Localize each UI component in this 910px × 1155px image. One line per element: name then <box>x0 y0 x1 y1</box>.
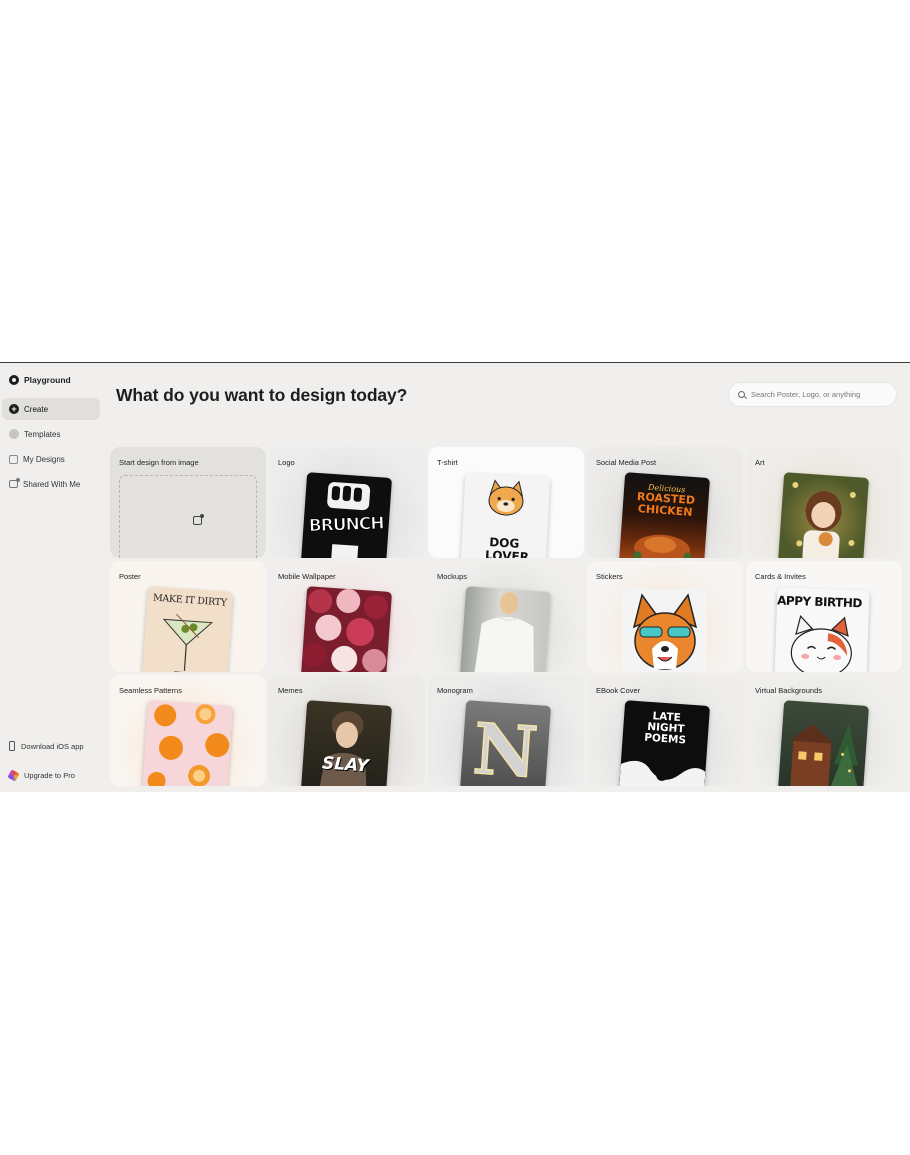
girl-portrait-graphic <box>792 481 856 558</box>
logo-thumb-text: BRUNCH <box>308 513 384 537</box>
martini-glass-graphic <box>162 613 214 672</box>
search-input[interactable] <box>751 390 886 399</box>
sidebar-item-label: Shared With Me <box>23 479 81 489</box>
card-virtual-backgrounds[interactable]: Virtual Backgrounds <box>746 675 902 786</box>
sidebar-item-label: Templates <box>24 429 61 439</box>
sidebar-bottom-links: Download iOS app Upgrade to Pro <box>7 739 84 792</box>
cat-graphic <box>790 615 852 672</box>
meme-thumbnail: SLAY <box>300 700 393 786</box>
card-mockups[interactable]: Mockups <box>428 561 584 672</box>
card-monogram[interactable]: Monogram N <box>428 675 584 786</box>
t-shirt-thumb-text: DOG LOVER <box>484 535 530 558</box>
logo-thumbnail: BRUNCH <box>300 472 393 558</box>
sidebar-item-create[interactable]: + Create <box>2 398 100 420</box>
card-mobile-wallpaper[interactable]: Mobile Wallpaper <box>269 561 425 672</box>
share-icon <box>9 478 20 488</box>
card-memes[interactable]: Memes SLAY <box>269 675 425 786</box>
social-post-thumbnail: Delicious ROASTED CHICKEN <box>618 472 711 558</box>
orange-pattern-graphic <box>147 704 230 786</box>
folder-icon <box>9 454 18 464</box>
search-bar[interactable] <box>729 383 896 406</box>
corgi-sticker-graphic <box>632 593 698 670</box>
card-poster[interactable]: Poster MAKE IT DIRTY <box>110 561 266 672</box>
download-ios-link[interactable]: Download iOS app <box>9 739 84 753</box>
plus-circle-icon: + <box>9 404 19 414</box>
pattern-thumbnail <box>141 700 234 786</box>
card-label: Memes <box>278 686 303 695</box>
card-label: Social Media Post <box>596 458 657 467</box>
brand[interactable]: Playground <box>9 375 71 385</box>
t-shirt-thumbnail: DOG LOVER <box>460 472 551 558</box>
card-label: Logo <box>278 458 295 467</box>
monogram-thumbnail: N <box>459 700 552 786</box>
social-post-thumb-text: ROASTED CHICKEN <box>636 490 696 519</box>
download-ios-label: Download iOS app <box>21 741 84 751</box>
art-thumbnail <box>777 472 870 558</box>
search-icon <box>738 391 745 398</box>
page-title: What do you want to design today? <box>116 385 408 405</box>
card-ebook-cover[interactable]: EBook Cover LATE NIGHT POEMS <box>587 675 743 786</box>
sidebar-nav: + Create Templates My Designs Shared Wit… <box>2 398 100 498</box>
card-label: Seamless Patterns <box>119 686 182 695</box>
ink-splash-graphic <box>618 760 706 786</box>
card-label: Poster <box>119 572 141 581</box>
sidebar-item-label: My Designs <box>23 454 65 464</box>
sidebar-item-shared-with-me[interactable]: Shared With Me <box>2 473 100 495</box>
upgrade-pro-link[interactable]: Upgrade to Pro <box>7 768 84 782</box>
card-seamless-patterns[interactable]: Seamless Patterns <box>110 675 266 786</box>
dog-face-graphic <box>488 479 524 516</box>
card-logo[interactable]: Logo BRUNCH <box>269 447 425 558</box>
mockup-thumbnail <box>459 586 552 672</box>
card-label: Stickers <box>596 572 623 581</box>
brand-name: Playground <box>24 375 71 385</box>
image-drop-zone[interactable] <box>119 475 257 558</box>
card-label: Mockups <box>437 572 468 581</box>
card-t-shirt[interactable]: T-shirt DOG LOVER <box>428 447 584 558</box>
virtual-bg-thumbnail <box>777 700 870 786</box>
card-label: EBook Cover <box>596 686 641 695</box>
sidebar: Playground + Create Templates My Designs… <box>0 363 108 792</box>
card-stickers[interactable]: Stickers <box>587 561 743 672</box>
sidebar-item-label: Create <box>24 404 49 414</box>
wallpaper-thumbnail <box>300 586 393 672</box>
app-window: Playground + Create Templates My Designs… <box>0 362 910 792</box>
card-label: Cards & Invites <box>755 572 806 581</box>
sidebar-item-templates[interactable]: Templates <box>2 423 100 445</box>
templates-icon <box>9 429 19 439</box>
cabin-graphic <box>789 722 859 786</box>
card-label: Virtual Backgrounds <box>755 686 822 695</box>
ebook-thumbnail: LATE NIGHT POEMS <box>618 700 711 786</box>
card-label: Art <box>755 458 765 467</box>
sticker-thumbnail <box>622 589 707 672</box>
card-label: Monogram <box>437 686 473 695</box>
card-social-media-post[interactable]: Social Media Post Delicious ROASTED CHIC… <box>587 447 743 558</box>
card-art[interactable]: Art <box>746 447 902 558</box>
pro-badge-icon <box>7 768 20 782</box>
upgrade-pro-label: Upgrade to Pro <box>24 770 75 780</box>
card-start-from-image[interactable]: Start design from image <box>110 447 266 558</box>
roast-chicken-graphic <box>633 534 692 558</box>
ebook-thumb-text: LATE NIGHT POEMS <box>643 710 687 747</box>
sweater-model-graphic <box>473 592 534 672</box>
monogram-thumb-text: N <box>470 706 541 786</box>
card-label: Mobile Wallpaper <box>278 572 336 581</box>
playground-logo-icon <box>9 375 19 385</box>
phone-icon <box>9 741 15 751</box>
sidebar-item-my-designs[interactable]: My Designs <box>2 448 100 470</box>
add-image-icon <box>193 514 204 525</box>
poster-thumbnail: MAKE IT DIRTY <box>141 586 234 672</box>
card-label: T-shirt <box>437 458 458 467</box>
cards-invites-thumbnail: APPY BIRTHD <box>774 587 870 672</box>
cards-invites-thumb-text: APPY BIRTHD <box>776 593 863 611</box>
card-label: Start design from image <box>119 458 199 467</box>
hearts-graphic <box>302 589 388 672</box>
card-cards-invites[interactable]: Cards & Invites APPY BIRTHD <box>746 561 902 672</box>
